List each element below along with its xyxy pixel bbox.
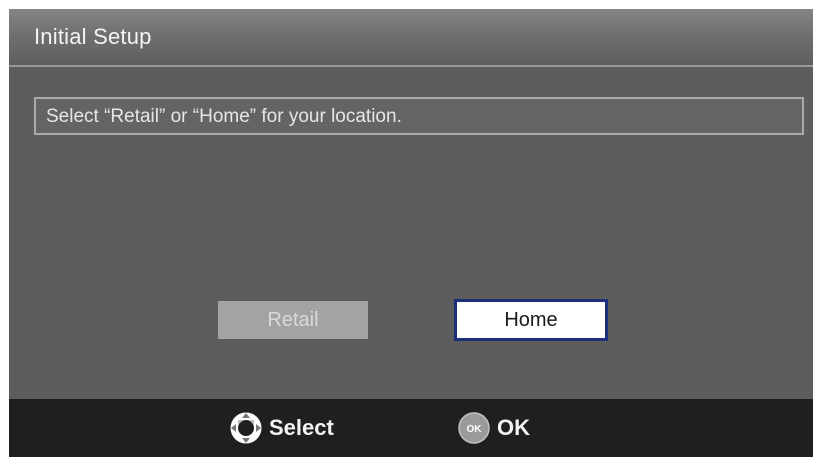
title-bar: Initial Setup (9, 9, 813, 67)
directional-pad-icon (229, 411, 263, 445)
ok-hint-label: OK (497, 415, 530, 440)
instruction-text: Select “Retail” or “Home” for your locat… (46, 106, 402, 127)
ok-icon-text: OK (467, 424, 483, 435)
footer-bar: Select OK OK (9, 399, 813, 457)
home-option-button[interactable]: Home (454, 299, 608, 341)
ok-button-icon: OK (457, 411, 491, 445)
window-title: Initial Setup (34, 24, 152, 49)
retail-option-button[interactable]: Retail (218, 301, 368, 339)
ok-hint: OK OK (457, 399, 530, 457)
select-hint: Select (229, 399, 334, 457)
instruction-box: Select “Retail” or “Home” for your locat… (34, 97, 804, 135)
content-area: Select “Retail” or “Home” for your locat… (9, 67, 813, 399)
select-hint-label: Select (269, 415, 334, 440)
setup-screen: Initial Setup Select “Retail” or “Home” … (9, 9, 813, 457)
